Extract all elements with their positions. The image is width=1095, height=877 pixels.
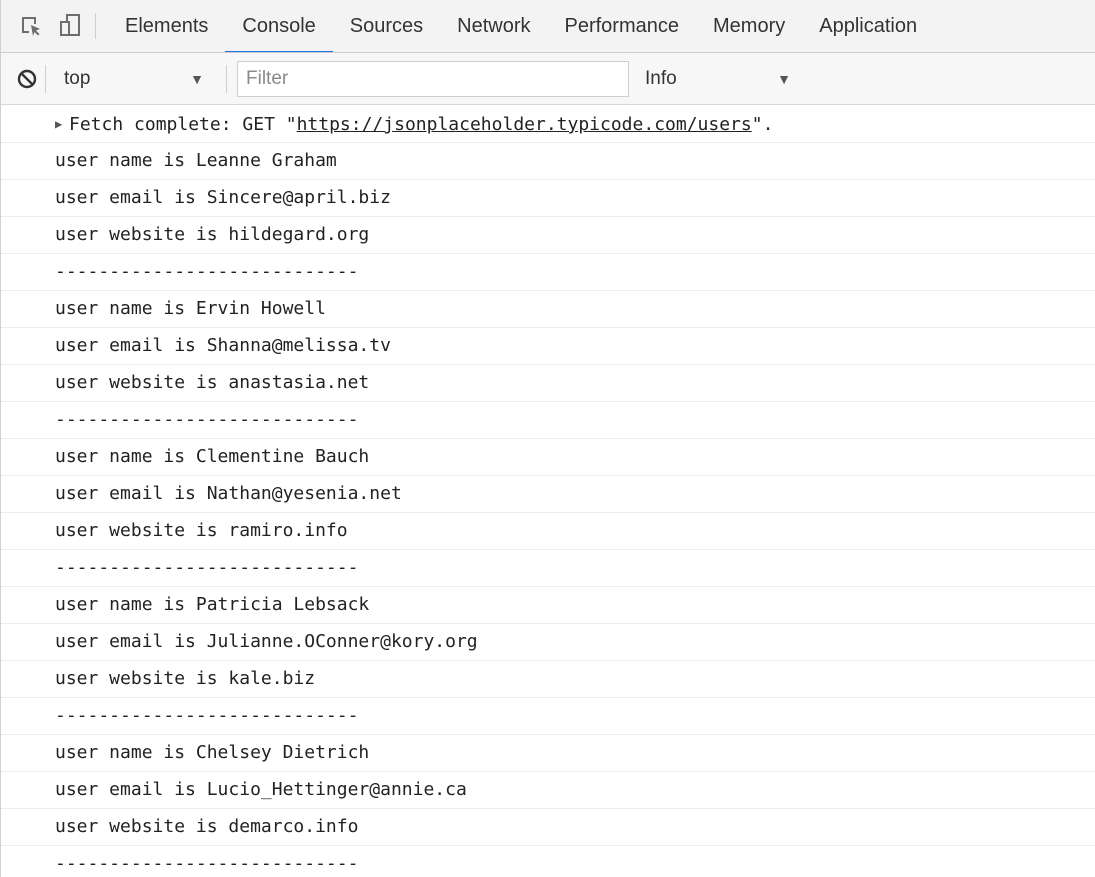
console-message: user email is Sincere@april.biz bbox=[1, 180, 1095, 217]
expand-arrow-icon[interactable]: ▶ bbox=[55, 106, 69, 142]
console-message: user website is kale.biz bbox=[1, 661, 1095, 698]
tab-label: Network bbox=[457, 14, 531, 37]
devtools-tab-bar: Elements Console Sources Network Perform… bbox=[1, 0, 1095, 53]
toolbar-divider bbox=[226, 64, 227, 93]
console-toolbar: top ▼ Info ▼ bbox=[1, 53, 1095, 105]
console-message: user name is Chelsey Dietrich bbox=[1, 735, 1095, 772]
console-message: user name is Leanne Graham bbox=[1, 143, 1095, 180]
log-level-value: Info bbox=[645, 67, 677, 89]
fetch-prefix: Fetch complete: GET " bbox=[69, 114, 297, 135]
tab-label: Sources bbox=[349, 14, 424, 37]
tab-application[interactable]: Application bbox=[802, 0, 934, 52]
console-message: user website is hildegard.org bbox=[1, 217, 1095, 254]
fetch-suffix: ". bbox=[751, 114, 774, 135]
tab-label: Application bbox=[819, 14, 918, 37]
chevron-down-icon: ▼ bbox=[777, 70, 791, 87]
device-toolbar-icon[interactable] bbox=[51, 0, 89, 52]
console-message-fetch: ▶ Fetch complete: GET "https://jsonplaceh… bbox=[1, 106, 1095, 143]
console-message: ---------------------------- bbox=[1, 254, 1095, 291]
console-message: ---------------------------- bbox=[1, 402, 1095, 439]
tab-performance[interactable]: Performance bbox=[548, 0, 697, 52]
tab-elements[interactable]: Elements bbox=[108, 0, 225, 52]
console-message: user email is Lucio_Hettinger@annie.ca bbox=[1, 772, 1095, 809]
console-messages[interactable]: ▶ Fetch complete: GET "https://jsonplaceh… bbox=[1, 106, 1095, 877]
console-message: user website is anastasia.net bbox=[1, 365, 1095, 402]
console-message: ---------------------------- bbox=[1, 846, 1095, 877]
console-message: user website is demarco.info bbox=[1, 809, 1095, 846]
clear-console-button[interactable] bbox=[1, 53, 45, 105]
console-message: user email is Julianne.OConner@kory.org bbox=[1, 624, 1095, 661]
fetch-url-link[interactable]: https://jsonplaceholder.typicode.com/use… bbox=[297, 114, 752, 135]
clear-console-icon bbox=[17, 69, 37, 88]
console-message: user email is Shanna@melissa.tv bbox=[1, 328, 1095, 365]
log-level-select[interactable]: Info ▼ bbox=[645, 59, 805, 99]
tab-label: Performance bbox=[564, 14, 680, 37]
console-message: user email is Nathan@yesenia.net bbox=[1, 476, 1095, 513]
tab-label: Memory bbox=[713, 14, 786, 37]
tab-network[interactable]: Network bbox=[440, 0, 547, 52]
console-message: user name is Clementine Bauch bbox=[1, 439, 1095, 476]
chevron-down-icon: ▼ bbox=[190, 70, 204, 87]
tab-label: Elements bbox=[125, 14, 209, 37]
console-message: ---------------------------- bbox=[1, 698, 1095, 735]
filter-input[interactable] bbox=[237, 60, 629, 97]
context-value: top bbox=[64, 67, 91, 89]
console-message: ---------------------------- bbox=[1, 550, 1095, 587]
console-message: user name is Ervin Howell bbox=[1, 291, 1095, 328]
inspect-element-icon[interactable] bbox=[1, 0, 51, 52]
tab-label: Console bbox=[242, 14, 316, 37]
tab-console[interactable]: Console bbox=[225, 0, 334, 52]
tab-sources[interactable]: Sources bbox=[333, 0, 440, 52]
tab-bar-divider bbox=[95, 13, 96, 39]
console-message: user website is ramiro.info bbox=[1, 513, 1095, 550]
tab-memory[interactable]: Memory bbox=[696, 0, 802, 52]
console-message: user name is Patricia Lebsack bbox=[1, 587, 1095, 624]
execution-context-select[interactable]: top ▼ bbox=[46, 59, 226, 99]
devtools-panel: Elements Console Sources Network Perform… bbox=[0, 0, 1095, 877]
